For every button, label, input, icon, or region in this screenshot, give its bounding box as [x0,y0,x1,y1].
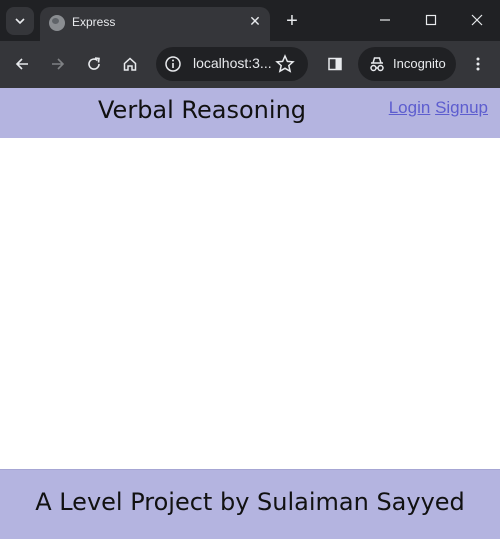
minimize-icon [380,19,390,21]
new-tab-button[interactable]: + [280,9,304,33]
site-header: Verbal Reasoning Login Signup [0,88,500,138]
arrow-left-icon [15,58,28,70]
side-panel-button[interactable] [323,52,347,76]
tab-title: Express [72,15,116,29]
address-bar[interactable]: localhost:3... [156,47,308,81]
incognito-label: Incognito [393,56,446,71]
maximize-button[interactable] [417,6,445,34]
forward-button[interactable] [46,52,70,76]
maximize-icon [425,14,437,26]
more-vertical-icon [476,57,480,71]
footer-text: A Level Project by Sulaiman Sayyed [35,488,465,516]
home-button[interactable] [118,52,142,76]
signup-link[interactable]: Signup [435,98,488,117]
browser-menu-button[interactable] [466,52,490,76]
globe-icon [49,15,65,31]
browser-tab[interactable]: Express ✕ [40,7,270,41]
chevron-down-icon [15,18,25,25]
tab-search-button[interactable] [6,7,34,35]
browser-toolbar: localhost:3... Incognito [0,41,500,88]
incognito-icon [370,57,384,72]
login-link[interactable]: Login [389,98,431,117]
star-icon[interactable] [274,53,296,75]
arrow-right-icon [52,58,65,70]
reload-icon [88,57,100,70]
site-footer: A Level Project by Sulaiman Sayyed [0,469,500,539]
info-icon[interactable] [164,55,182,73]
reload-button[interactable] [82,52,106,76]
close-icon [471,14,483,26]
browser-tab-bar: Express ✕ + [0,0,500,41]
minimize-button[interactable] [371,6,399,34]
close-window-button[interactable] [463,6,491,34]
main-content [0,138,500,469]
page-title: Verbal Reasoning [98,96,307,124]
close-tab-icon[interactable]: ✕ [246,12,264,30]
address-text[interactable]: localhost:3... [193,55,272,71]
incognito-badge[interactable]: Incognito [358,47,456,81]
home-icon [123,57,137,71]
side-panel-icon [328,57,342,71]
auth-links: Login Signup [389,98,488,118]
back-button[interactable] [10,52,34,76]
